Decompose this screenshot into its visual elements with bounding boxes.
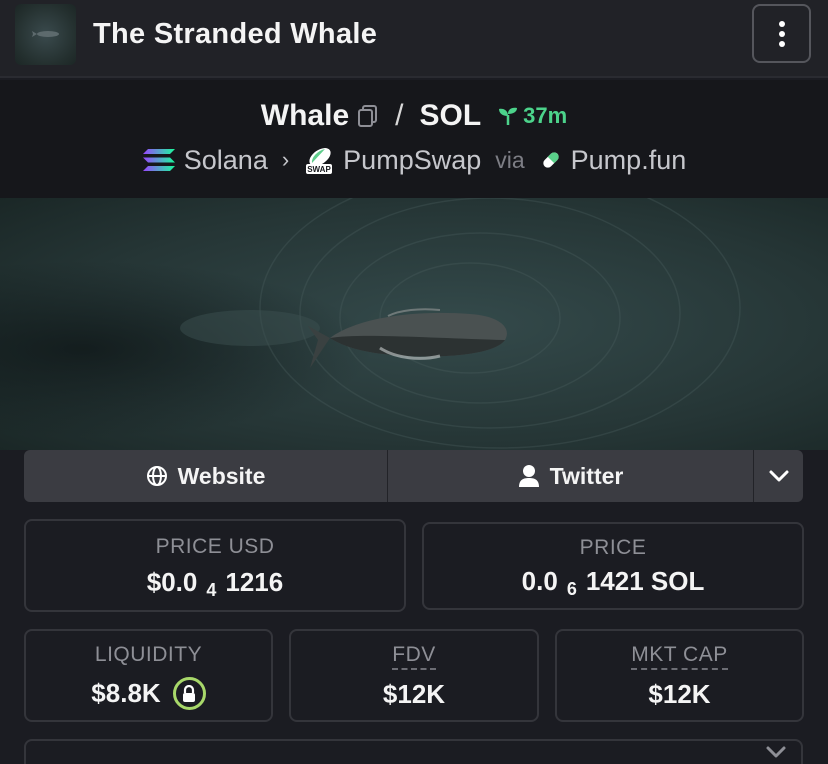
pair-age-value: 37m xyxy=(523,103,568,128)
price-native-digits: 1421 SOL xyxy=(585,566,705,596)
fdv-label-text: FDV xyxy=(392,643,436,670)
website-button[interactable]: Website xyxy=(24,450,388,502)
token-avatar[interactable] xyxy=(15,4,76,65)
whale-thumbnail-icon xyxy=(32,31,59,37)
fdv-card[interactable]: FDV $12K xyxy=(289,629,539,722)
price-native-zero-count: 6 xyxy=(566,579,577,599)
top-bar: The Stranded Whale xyxy=(0,0,828,78)
price-usd-value: $0.0 4 1216 xyxy=(26,567,404,600)
copy-icon[interactable] xyxy=(357,104,379,128)
more-menu-button[interactable] xyxy=(752,4,811,63)
seedling-icon xyxy=(499,107,518,125)
fdv-value: $12K xyxy=(382,679,446,709)
pill-icon[interactable] xyxy=(539,148,563,172)
market-cap-value: $12K xyxy=(648,679,711,709)
pair-separator: / xyxy=(395,99,404,132)
dex-name[interactable]: PumpSwap xyxy=(343,145,481,176)
liquidity-value: $8.8K xyxy=(91,678,161,708)
chevron-right-icon: › xyxy=(281,147,290,172)
market-cap-label-text: MKT CAP xyxy=(631,643,728,670)
swap-badge-text: SWAP xyxy=(307,165,331,174)
price-native-value: 0.0 6 1421 SOL xyxy=(424,566,802,599)
price-usd-prefix: $0.0 xyxy=(146,567,198,597)
price-usd-label: PRICE USD xyxy=(155,535,275,558)
liquidity-card: LIQUIDITY $8.8K xyxy=(24,629,273,722)
collapsed-section[interactable] xyxy=(24,739,803,764)
fdv-label: FDV xyxy=(291,643,537,670)
twitter-button[interactable]: Twitter xyxy=(388,450,754,502)
token-title: The Stranded Whale xyxy=(93,18,378,50)
website-label: Website xyxy=(177,462,266,489)
liquidity-label: LIQUIDITY xyxy=(94,643,203,666)
whale-banner-illustration xyxy=(0,198,828,450)
liquidity-lock-button[interactable] xyxy=(172,677,206,710)
pumpswap-icon[interactable]: SWAP xyxy=(303,144,335,176)
globe-icon xyxy=(146,466,167,486)
price-usd-digits: 1216 xyxy=(225,567,284,597)
token-banner-image xyxy=(0,198,828,450)
price-native-prefix: 0.0 xyxy=(521,566,558,596)
price-usd-zero-count: 4 xyxy=(206,580,217,600)
pair-line: Whale / SOL 37m xyxy=(0,98,828,134)
base-token-symbol: Whale xyxy=(260,99,350,132)
route-line: Solana › SWAP PumpSwap via Pump.fun xyxy=(0,142,828,178)
more-links-button[interactable] xyxy=(754,450,803,502)
lock-icon xyxy=(183,684,196,702)
quote-token-symbol: SOL xyxy=(419,99,482,132)
price-native-card: PRICE 0.0 6 1421 SOL xyxy=(422,522,804,610)
chevron-down-icon[interactable] xyxy=(765,745,787,759)
via-label: via xyxy=(495,146,525,173)
chain-name[interactable]: Solana xyxy=(184,145,268,176)
solana-icon[interactable] xyxy=(142,147,176,173)
launchpad-name[interactable]: Pump.fun xyxy=(571,145,687,176)
social-links-row: Website Twitter xyxy=(24,450,803,502)
twitter-label: Twitter xyxy=(549,462,624,489)
market-cap-label: MKT CAP xyxy=(557,643,802,670)
market-cap-card[interactable]: MKT CAP $12K xyxy=(555,629,804,722)
pair-age: 37m xyxy=(497,103,567,129)
price-usd-card: PRICE USD $0.0 4 1216 xyxy=(24,519,406,612)
user-icon xyxy=(518,465,539,487)
chevron-down-icon xyxy=(769,470,788,482)
pair-header: Whale / SOL 37m Solana › SWAP PumpSwap v… xyxy=(0,80,828,198)
liquidity-value-row: $8.8K xyxy=(26,677,271,710)
price-native-label: PRICE xyxy=(579,536,647,559)
